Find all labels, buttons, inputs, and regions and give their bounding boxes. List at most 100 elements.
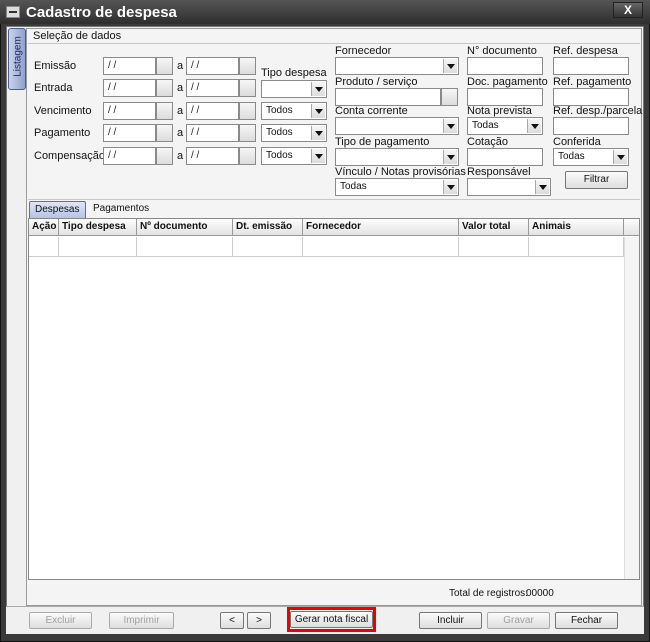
fornecedor-select[interactable] [335, 57, 459, 75]
pagamento-to-calendar-button[interactable] [239, 124, 256, 142]
nota-prevista-select[interactable]: Todas [467, 117, 543, 135]
filter-divider [28, 199, 640, 200]
num-documento-field[interactable] [467, 57, 543, 75]
vencimento-to-calendar-button[interactable] [239, 102, 256, 120]
column-header-acao[interactable]: Ação [29, 219, 59, 236]
nota-prevista-label: Nota prevista [467, 105, 532, 117]
vinculo-label: Vínculo / Notas provisórias [335, 166, 466, 178]
tipo-despesa-select[interactable] [261, 80, 327, 98]
chevron-down-icon[interactable] [311, 126, 325, 140]
chevron-down-icon[interactable] [311, 149, 325, 163]
table-cell [529, 237, 624, 257]
chevron-down-icon[interactable] [311, 104, 325, 118]
cotacao-field[interactable] [467, 148, 543, 166]
emissao-from-field[interactable]: / / [103, 57, 156, 75]
chevron-down-icon[interactable] [535, 180, 549, 194]
pagamento-from-field[interactable]: / / [103, 124, 156, 142]
compensacao-status-select[interactable]: Todos [261, 147, 327, 165]
emissao-to-field[interactable]: / / [186, 57, 239, 75]
conta-label: Conta corrente [335, 105, 408, 117]
entrada-from-field[interactable]: / / [103, 79, 156, 97]
highlight-outline [287, 607, 376, 632]
column-header-tipo-despesa[interactable]: Tipo despesa [59, 219, 137, 236]
table-row[interactable] [29, 237, 624, 257]
tab-despesas[interactable]: Despesas [29, 201, 86, 218]
pagamento-to-field[interactable]: / / [186, 124, 239, 142]
vencimento-status-value: Todos [266, 105, 293, 116]
conferida-label: Conferida [553, 136, 601, 148]
title-bar: Cadastro de despesa X [0, 0, 650, 24]
filtrar-button[interactable]: Filtrar [565, 171, 628, 189]
chevron-down-icon[interactable] [443, 180, 457, 194]
emissao-from-calendar-button[interactable] [156, 57, 173, 75]
close-button[interactable]: X [613, 2, 643, 18]
incluir-button[interactable]: Incluir [419, 612, 482, 629]
cotacao-label: Cotação [467, 136, 508, 148]
chevron-down-icon[interactable] [311, 82, 325, 96]
conferida-value: Todas [558, 151, 585, 162]
entrada-from-calendar-button[interactable] [156, 79, 173, 97]
column-header-dt-emissao[interactable]: Dt. emissão [233, 219, 303, 236]
produto-field[interactable] [335, 88, 441, 106]
compensacao-from-calendar-button[interactable] [156, 147, 173, 165]
conta-select[interactable] [335, 117, 459, 135]
vencimento-from-field[interactable]: / / [103, 102, 156, 120]
column-header-fornecedor[interactable]: Fornecedor [303, 219, 459, 236]
gravar-button[interactable]: Gravar [487, 612, 550, 629]
ref-pagamento-field[interactable] [553, 88, 629, 106]
pagamento-status-select[interactable]: Todos [261, 124, 327, 142]
pagamento-from-calendar-button[interactable] [156, 124, 173, 142]
column-header-valor-total[interactable]: Valor total [459, 219, 529, 236]
total-registros-value: 00000 [526, 588, 554, 599]
table-cell [233, 237, 303, 257]
fechar-button[interactable]: Fechar [555, 612, 618, 629]
ref-parcela-label: Ref. desp./parcela [553, 105, 643, 117]
previous-button[interactable]: < [220, 612, 244, 629]
emissao-to-calendar-button[interactable] [239, 57, 256, 75]
excluir-button[interactable]: Excluir [29, 612, 92, 629]
next-button[interactable]: > [247, 612, 271, 629]
vencimento-status-select[interactable]: Todos [261, 102, 327, 120]
doc-pagamento-field[interactable] [467, 88, 543, 106]
total-registros-label: Total de registros: [449, 588, 528, 599]
tipo-pagamento-select[interactable] [335, 148, 459, 166]
chevron-down-icon[interactable] [443, 119, 457, 133]
table-cell [59, 237, 137, 257]
vencimento-to-field[interactable]: / / [186, 102, 239, 120]
compensacao-to-calendar-button[interactable] [239, 147, 256, 165]
compensacao-to-field[interactable]: / / [186, 147, 239, 165]
ref-despesa-field[interactable] [553, 57, 629, 75]
vinculo-select[interactable]: Todas [335, 178, 459, 196]
entrada-to-field[interactable]: / / [186, 79, 239, 97]
entrada-separator: a [177, 82, 184, 94]
tab-pagamentos[interactable]: Pagamentos [88, 201, 152, 218]
table-cell [459, 237, 529, 257]
chevron-down-icon[interactable] [443, 150, 457, 164]
chevron-down-icon[interactable] [527, 119, 541, 133]
despesas-grid: Ação Tipo despesa Nº documento Dt. emiss… [28, 218, 640, 580]
chevron-down-icon[interactable] [443, 59, 457, 73]
column-header-animais[interactable]: Animais [529, 219, 624, 236]
tab-listagem[interactable]: Listagem [8, 28, 26, 90]
tipo-despesa-label: Tipo despesa [261, 67, 327, 79]
vencimento-label: Vencimento [34, 105, 92, 117]
compensacao-from-field[interactable]: / / [103, 147, 156, 165]
window-title: Cadastro de despesa [26, 4, 177, 21]
compensacao-status-value: Todos [266, 150, 293, 161]
responsavel-select[interactable] [467, 178, 551, 196]
num-documento-label: N° documento [467, 45, 537, 57]
entrada-to-calendar-button[interactable] [239, 79, 256, 97]
produto-label: Produto / serviço [335, 76, 418, 88]
conferida-select[interactable]: Todas [553, 148, 629, 166]
vertical-scrollbar[interactable] [624, 237, 639, 579]
nota-prevista-value: Todas [472, 120, 499, 131]
vencimento-from-calendar-button[interactable] [156, 102, 173, 120]
column-header-num-documento[interactable]: Nº documento [137, 219, 233, 236]
produto-search-button[interactable] [441, 88, 458, 106]
window-menu-icon[interactable] [6, 6, 20, 18]
pagamento-separator: a [177, 127, 184, 139]
fornecedor-label: Fornecedor [335, 45, 392, 57]
ref-parcela-field[interactable] [553, 117, 629, 135]
chevron-down-icon[interactable] [613, 150, 627, 164]
imprimir-button[interactable]: Imprimir [109, 612, 174, 629]
